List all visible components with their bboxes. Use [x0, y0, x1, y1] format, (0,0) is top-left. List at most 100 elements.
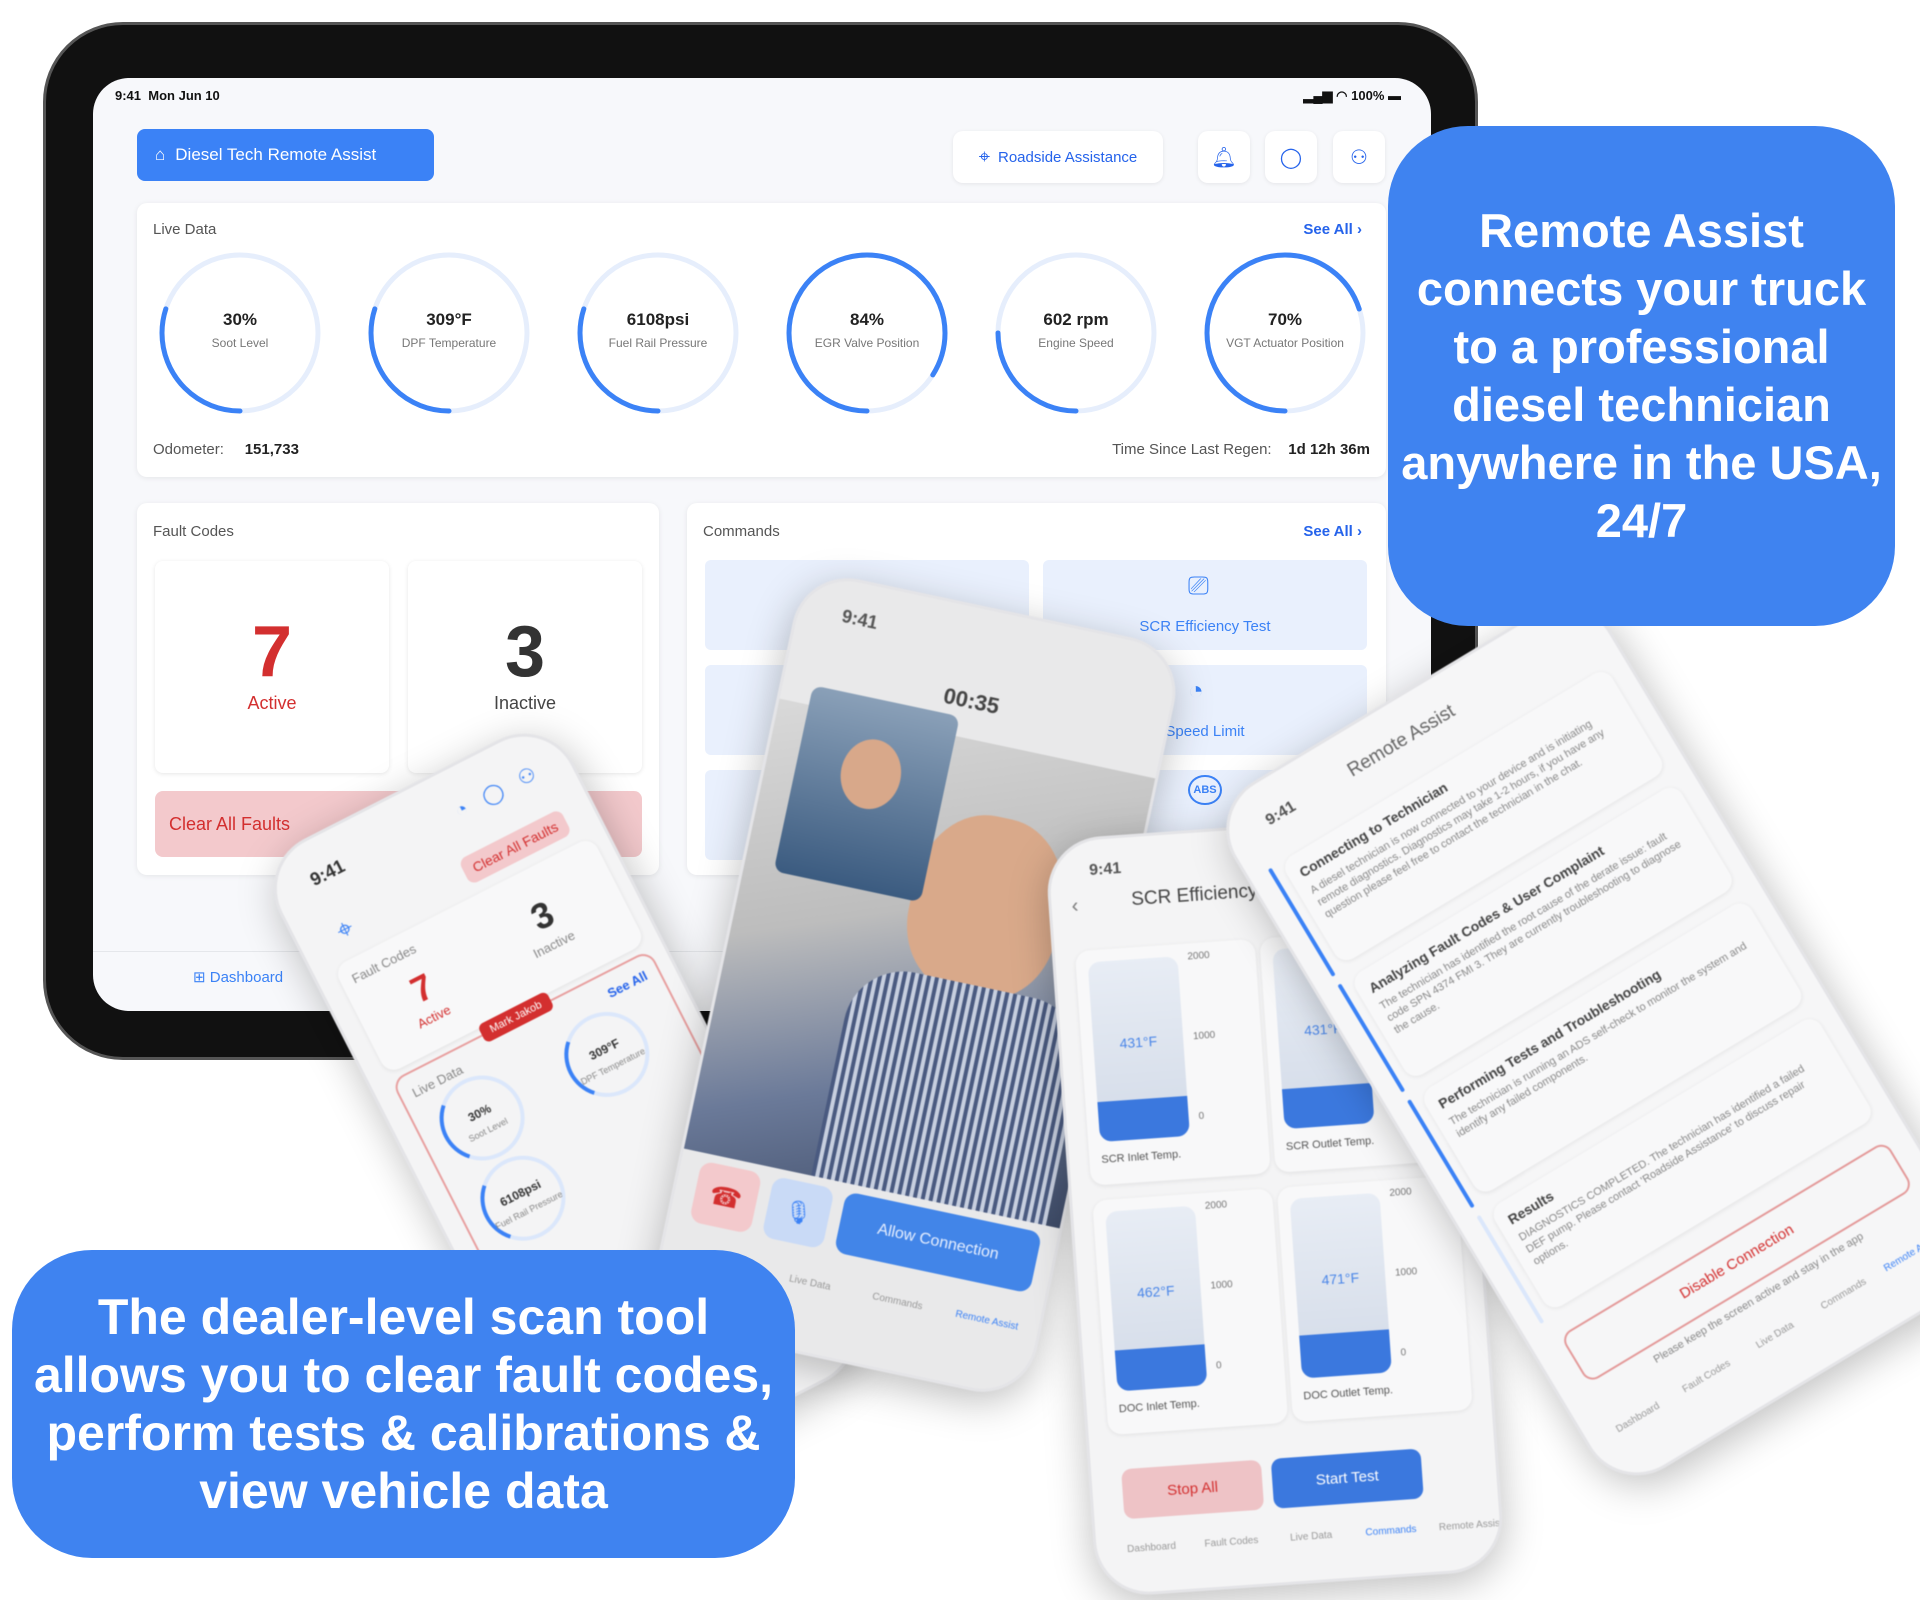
- gauge-value: 84%: [849, 310, 885, 329]
- nav-commands[interactable]: Commands: [871, 1291, 923, 1312]
- header-icons[interactable]: ◔◯⚇: [450, 753, 556, 824]
- hang-up-button[interactable]: ☎: [688, 1160, 763, 1235]
- nav-remote-assist[interactable]: Remote Assist: [954, 1309, 1019, 1333]
- odometer: Odometer: 151,733: [153, 441, 299, 458]
- inactive-label: Inactive: [493, 693, 557, 713]
- roadside-assistance-button[interactable]: ⌖ Roadside Assistance: [953, 131, 1163, 183]
- gauge-dpf-temperature[interactable]: 309°F DPF Temperature: [364, 248, 534, 418]
- grid-icon: ⊞: [193, 969, 206, 986]
- command-label: Speed Limit: [1165, 723, 1245, 740]
- bar-value: 471°F: [1321, 1269, 1360, 1288]
- see-all-label: See All: [1303, 523, 1353, 540]
- battery-level: 100%: [1351, 88, 1385, 103]
- nav-remote-assist[interactable]: Remote Assist: [1431, 1517, 1506, 1534]
- nav-live-data[interactable]: Live Data: [1271, 1529, 1352, 1546]
- bar-track: 462°F: [1105, 1205, 1208, 1392]
- nav-commands[interactable]: Commands: [1351, 1523, 1432, 1540]
- gauge-value: 6108psi: [626, 310, 690, 329]
- active-faults-tile[interactable]: 7 Active: [155, 561, 389, 773]
- mute-button[interactable]: 🎙︎: [761, 1175, 835, 1250]
- location-pin-icon: ⌖: [978, 145, 990, 168]
- start-test-button[interactable]: Start Test: [1270, 1448, 1424, 1509]
- nav-dashboard[interactable]: Dashboard: [1111, 1540, 1192, 1557]
- speedometer-icon: ◔: [1188, 675, 1204, 705]
- temp-gauge-card: 462°F 2000 1000 0 DOC Inlet Temp.: [1092, 1188, 1289, 1436]
- remote-assist-button[interactable]: ⌂ Diesel Tech Remote Assist: [137, 129, 434, 181]
- live-data-see-all[interactable]: See All ›: [1303, 221, 1362, 238]
- tick-label: 0: [1215, 1360, 1223, 1372]
- active-count: 7: [251, 612, 293, 692]
- gauge-label: Soot Level: [211, 336, 269, 350]
- tick-label: 2000: [1187, 949, 1211, 963]
- active-count: 7: [403, 965, 441, 1011]
- gauge-value: 309°F: [426, 310, 472, 329]
- back-button[interactable]: ‹: [1071, 895, 1079, 918]
- bar-label: DOC Inlet Temp.: [1118, 1397, 1201, 1416]
- tick-label: 0: [1400, 1347, 1407, 1359]
- tick-label: 0: [1198, 1110, 1205, 1123]
- nav-dashboard[interactable]: ⊞ Dashboard: [193, 968, 283, 986]
- bar-track: 431°F: [1087, 956, 1190, 1143]
- nav-fault-codes[interactable]: Fault Codes: [1191, 1534, 1272, 1551]
- gauge-label: VGT Actuator Position: [1226, 336, 1344, 350]
- gauge-fuel-rail-pressure[interactable]: 6108psi Fuel Rail Pressure: [573, 248, 743, 418]
- gauge-engine-speed[interactable]: 602 rpm Engine Speed: [991, 248, 1161, 418]
- chat-icon[interactable]: ◯: [1265, 131, 1317, 183]
- remote-assist-callout: Remote Assist connects your truck to a p…: [1388, 126, 1895, 626]
- active-label: Active: [247, 693, 297, 713]
- user-icon[interactable]: ⚇: [1333, 131, 1385, 183]
- regen-label: Time Since Last Regen:: [1112, 441, 1272, 458]
- gauge-ring: [577, 252, 739, 414]
- driver-face: [834, 733, 908, 815]
- nav-commands[interactable]: Commands: [1807, 1269, 1881, 1320]
- see-all-label: See All: [1303, 221, 1353, 238]
- bar-fill: [1299, 1329, 1392, 1379]
- temp-gauge-card: 471°F 2000 1000 0 DOC Outlet Temp.: [1276, 1175, 1473, 1423]
- bar-value: 462°F: [1136, 1282, 1176, 1301]
- bar-fill: [1097, 1096, 1190, 1143]
- tick-label: 2000: [1389, 1186, 1413, 1199]
- inactive-count: 3: [524, 892, 561, 939]
- bar-track: 471°F: [1289, 1192, 1392, 1379]
- bar-value: 431°F: [1119, 1032, 1158, 1052]
- nav-live-data[interactable]: Live Data: [788, 1273, 832, 1293]
- abs-icon: ABS: [1188, 775, 1222, 805]
- nav-live-data[interactable]: Live Data: [1738, 1310, 1812, 1361]
- remote-assist-label: Diesel Tech Remote Assist: [175, 145, 377, 164]
- bar-label: SCR Inlet Temp.: [1101, 1148, 1182, 1166]
- tick-label: 1000: [1192, 1029, 1216, 1043]
- tick-label: 1000: [1210, 1279, 1234, 1292]
- tick-label: 1000: [1394, 1266, 1418, 1279]
- nav-fault-codes[interactable]: Fault Codes: [1670, 1351, 1744, 1402]
- odometer-label: Odometer:: [153, 441, 224, 458]
- roadside-label: Roadside Assistance: [998, 148, 1138, 166]
- gauge-value: 70%: [1267, 310, 1303, 329]
- gauge-label: EGR Valve Position: [814, 336, 920, 350]
- status-time: 9:41 Mon Jun 10: [115, 88, 220, 103]
- bell-icon[interactable]: 🔔︎: [1198, 131, 1250, 183]
- robot-icon: ⌂: [155, 145, 166, 164]
- monitor-icon: ⎚: [1188, 570, 1209, 600]
- bar-fill: [1114, 1343, 1208, 1392]
- phone-time: 9:41: [840, 606, 880, 634]
- commands-see-all[interactable]: See All ›: [1303, 523, 1362, 540]
- gauge-ring: [786, 252, 948, 414]
- live-data-title: Live Data: [153, 221, 217, 238]
- phone-time: 9:41: [306, 855, 349, 891]
- gauge-ring: [1204, 252, 1366, 414]
- gauge-soot-level[interactable]: 30% Soot Level: [155, 248, 325, 418]
- nav-remote-assist[interactable]: Remote Assist: [1875, 1228, 1920, 1279]
- regen-time: Time Since Last Regen: 1d 12h 36m: [1112, 441, 1370, 458]
- inactive-count: 3: [504, 612, 546, 692]
- fault-codes-title: Fault Codes: [153, 523, 234, 540]
- roadside-icon[interactable]: ⌖: [331, 911, 360, 948]
- stop-all-button[interactable]: Stop All: [1121, 1459, 1265, 1520]
- temp-gauge-card: 431°F 2000 1000 0 SCR Inlet Temp.: [1074, 938, 1271, 1186]
- scan-tool-callout: The dealer-level scan tool allows you to…: [12, 1250, 795, 1558]
- gauge-vgt-actuator-position[interactable]: 70% VGT Actuator Position: [1200, 248, 1370, 418]
- see-all-link[interactable]: See All: [605, 968, 650, 1001]
- gauge-egr-valve-position[interactable]: 84% EGR Valve Position: [782, 248, 952, 418]
- nav-dashboard[interactable]: Dashboard: [1601, 1393, 1675, 1444]
- date: Mon Jun 10: [148, 88, 220, 103]
- odometer-value: 151,733: [244, 441, 299, 458]
